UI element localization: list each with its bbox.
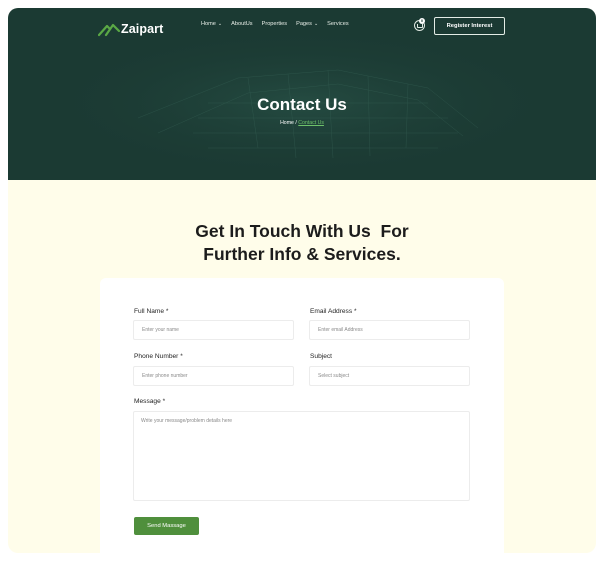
register-interest-button[interactable]: Register Interest [434, 17, 505, 35]
shopping-cart-icon [417, 24, 423, 28]
message-label-text: Message [134, 398, 161, 405]
nav-item-label: Properties [261, 21, 288, 27]
nav-item-properties[interactable]: Properties [262, 21, 288, 27]
subject-select[interactable]: Select subject [309, 366, 470, 386]
email-label-text: Email Address [310, 308, 353, 315]
message-placeholder: Write your message/problem details here [141, 418, 233, 424]
send-message-button[interactable]: Send Massage [134, 517, 199, 535]
subject-label: Subject [310, 353, 332, 360]
email-label: Email Address * [310, 308, 357, 315]
required-mark: * [180, 353, 183, 360]
full-name-label: Full Name * [134, 308, 168, 315]
breadcrumb-separator: / [295, 120, 297, 126]
section-heading: Get In Touch With Us For Further Info & … [8, 220, 596, 266]
required-mark: * [354, 308, 357, 315]
required-mark: * [165, 308, 169, 315]
cart-count-badge: 0 [419, 18, 425, 24]
breadcrumb: Home / Contact Us [8, 120, 596, 126]
roof-logo-icon [98, 23, 120, 37]
nav-item-label: AboutUs [231, 21, 253, 27]
email-input[interactable]: Enter email Address [309, 320, 470, 340]
subject-selected-value: Select subject [318, 373, 350, 379]
phone-label: Phone Number * [134, 353, 183, 360]
breadcrumb-current-link[interactable]: Contact Us [298, 120, 324, 126]
phone-input[interactable]: Enter phone number [133, 366, 294, 386]
page-title: Contact Us [257, 95, 347, 114]
phone-label-text: Phone Number [134, 353, 179, 360]
full-name-label-text: Full Name [134, 308, 165, 315]
full-name-placeholder: Enter your name [142, 327, 179, 333]
chevron-down-icon: ⌄ [217, 21, 223, 27]
top-navigation: Zaipart Home ⌄ AboutUs Properties Pages ⌄ … [8, 8, 596, 44]
section-heading-line2: Further Info & Services. [203, 244, 401, 264]
nav-item-about[interactable]: AboutUs [231, 21, 252, 27]
nav-item-pages[interactable]: Pages ⌄ [296, 21, 318, 27]
main-menu: Home ⌄ AboutUs Properties Pages ⌄ Services [201, 21, 349, 27]
nav-item-services[interactable]: Services [327, 21, 348, 27]
contact-form-card: Full Name * Enter your name Email Addres… [100, 278, 504, 553]
nav-item-label: Home [201, 21, 216, 27]
nav-item-label: Services [327, 21, 349, 27]
required-mark: * [162, 398, 166, 405]
site-header: Zaipart Home ⌄ AboutUs Properties Pages ⌄ … [8, 8, 596, 180]
message-label: Message * [134, 398, 165, 405]
brand-name: Zaipart [121, 22, 164, 36]
nav-item-label: Pages [296, 21, 312, 27]
full-name-input[interactable]: Enter your name [133, 320, 294, 340]
page-frame: Zaipart Home ⌄ AboutUs Properties Pages ⌄ … [8, 8, 596, 553]
chevron-down-icon: ⌄ [313, 21, 319, 27]
email-placeholder: Enter email Address [318, 327, 363, 333]
nav-item-home[interactable]: Home ⌄ [201, 21, 222, 27]
section-heading-line1: Get In Touch With Us For [195, 221, 409, 241]
message-textarea[interactable]: Write your message/problem details here [133, 411, 470, 501]
phone-placeholder: Enter phone number [142, 373, 188, 379]
subject-label-text: Subject [310, 353, 332, 360]
breadcrumb-home-link[interactable]: Home [280, 120, 294, 126]
brand-logo[interactable]: Zaipart [98, 17, 163, 37]
